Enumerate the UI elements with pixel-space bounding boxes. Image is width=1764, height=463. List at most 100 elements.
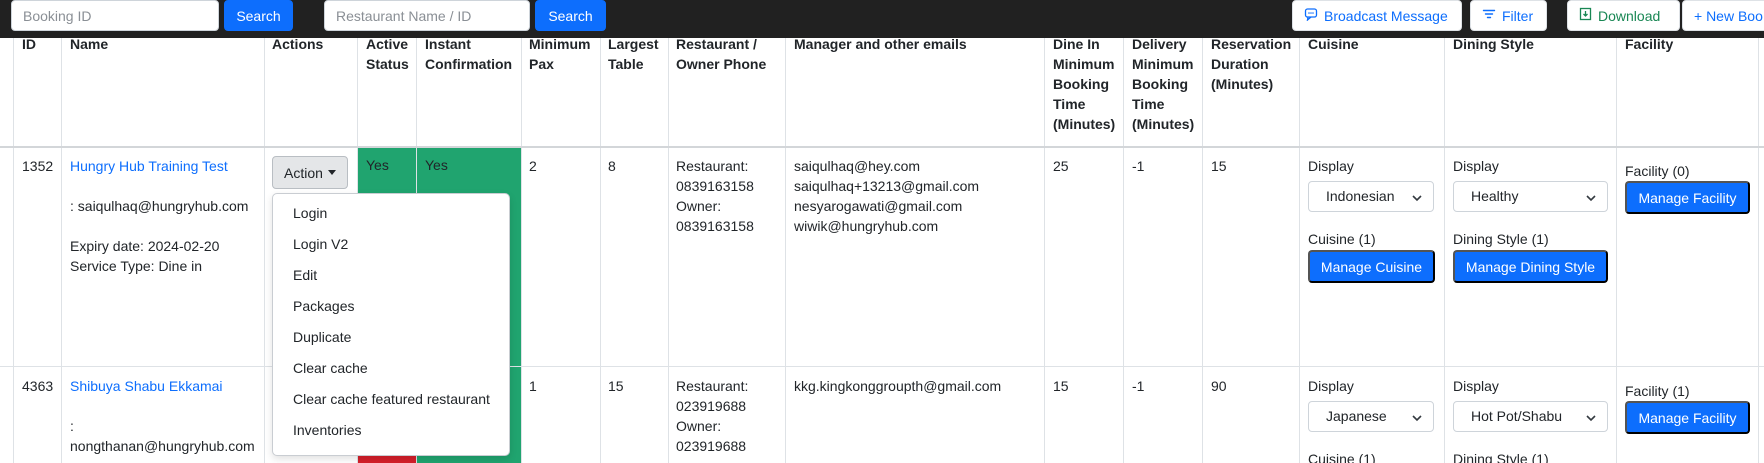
menu-item-clear-cache-featured[interactable]: Clear cache featured restaurant xyxy=(273,384,509,415)
dine-in-value: 15 xyxy=(1053,378,1069,394)
column-divider xyxy=(1616,38,1617,463)
restaurant-table: ID Name Actions Active Status Instant Conf… xyxy=(0,36,1764,463)
column-divider xyxy=(1123,38,1124,463)
restaurant-search-button[interactable]: Search xyxy=(535,0,606,31)
row-id: 4363 xyxy=(22,378,54,394)
header-phone: Restaurant / Owner Phone xyxy=(676,36,767,72)
header-active-status: Active Status xyxy=(366,36,409,72)
caret-down-icon xyxy=(327,170,336,175)
owner-email-prefix: : xyxy=(70,418,74,434)
restaurant-name-link[interactable]: Shibuya Shabu Ekkamai xyxy=(70,376,262,396)
cuisine-select[interactable]: Japanese xyxy=(1308,401,1434,432)
min-pax-value: 2 xyxy=(529,158,537,174)
facility-count: Facility (0) xyxy=(1625,163,1690,179)
reservation-value: 90 xyxy=(1211,378,1227,394)
header-reservation-duration: Reservation Duration (Minutes) xyxy=(1211,36,1292,92)
column-divider xyxy=(600,38,601,463)
column-divider xyxy=(521,38,522,463)
cuisine-select[interactable]: Indonesian xyxy=(1308,181,1434,212)
manage-cuisine-button[interactable]: Manage Cuisine xyxy=(1308,250,1435,283)
filter-button[interactable]: Filter xyxy=(1470,0,1547,31)
column-divider xyxy=(264,38,265,463)
new-booking-label: + New Boo xyxy=(1694,7,1763,24)
download-label: Download xyxy=(1598,7,1661,24)
phone-cell: Restaurant: 0839163158 Owner: 0839163158 xyxy=(676,158,754,234)
header-instant-confirmation: Instant Confirmation xyxy=(425,36,513,72)
expiry-date: Expiry date: 2024-02-20 xyxy=(70,238,220,254)
reservation-value: 15 xyxy=(1211,158,1227,174)
dine-in-value: 25 xyxy=(1053,158,1069,174)
dining-display-label: Display xyxy=(1453,158,1499,174)
column-divider xyxy=(1044,38,1045,463)
active-status-value: Yes xyxy=(366,157,389,173)
emails-cell: kkg.kingkonggroupth@gmail.com xyxy=(794,378,1002,394)
column-divider xyxy=(61,38,62,463)
column-divider xyxy=(668,38,669,463)
phone-cell: Restaurant: 023919688 Owner: 023919688 xyxy=(676,378,749,454)
filter-icon xyxy=(1482,7,1496,24)
cuisine-display-label: Display xyxy=(1308,158,1354,174)
manage-dining-style-button[interactable]: Manage Dining Style xyxy=(1453,250,1608,283)
owner-email: : saiqulhaq@hungryhub.com xyxy=(70,198,249,214)
min-pax-value: 1 xyxy=(529,378,537,394)
download-icon xyxy=(1579,7,1592,24)
manage-facility-button[interactable]: Manage Facility xyxy=(1625,181,1750,214)
largest-table-value: 8 xyxy=(608,158,616,174)
column-divider xyxy=(1758,38,1759,463)
facility-count: Facility (1) xyxy=(1625,383,1690,399)
top-toolbar: Search Search Broadcast Message Filter D… xyxy=(0,0,1764,38)
broadcast-icon xyxy=(1304,7,1318,24)
menu-item-login-v2[interactable]: Login V2 xyxy=(273,229,509,260)
column-divider xyxy=(1299,38,1300,463)
column-divider xyxy=(785,38,786,463)
menu-item-duplicate[interactable]: Duplicate xyxy=(273,322,509,353)
delivery-value: -1 xyxy=(1132,378,1145,394)
column-divider xyxy=(1444,38,1445,463)
manage-facility-button[interactable]: Manage Facility xyxy=(1625,401,1750,434)
action-dropdown-menu: Login Login V2 Edit Packages Duplicate C… xyxy=(272,193,510,456)
chevron-down-icon xyxy=(1586,195,1596,202)
header-divider xyxy=(0,146,1764,148)
menu-item-clear-cache[interactable]: Clear cache xyxy=(273,353,509,384)
chevron-down-icon xyxy=(1412,195,1422,202)
emails-cell: saiqulhaq@hey.com saiqulhaq+13213@gmail.c… xyxy=(794,158,980,234)
dining-style-select[interactable]: Hot Pot/Shabu xyxy=(1453,401,1608,432)
header-minimum-pax: Minimum Pax xyxy=(529,36,591,72)
dining-style-select[interactable]: Healthy xyxy=(1453,181,1608,212)
dining-style-count: Dining Style (1) xyxy=(1453,451,1549,463)
restaurant-search-input[interactable] xyxy=(324,0,530,31)
filter-label: Filter xyxy=(1502,7,1534,24)
restaurant-name-cell: Hungry Hub Training Test : saiqulhaq@hun… xyxy=(70,156,262,276)
menu-item-edit[interactable]: Edit xyxy=(273,260,509,291)
cuisine-count: Cuisine (1) xyxy=(1308,231,1376,247)
row-divider xyxy=(0,366,1764,367)
dining-style-count: Dining Style (1) xyxy=(1453,231,1549,247)
header-largest-table: Largest Table xyxy=(608,36,659,72)
menu-item-packages[interactable]: Packages xyxy=(273,291,509,322)
menu-item-login[interactable]: Login xyxy=(273,198,509,229)
largest-table-value: 15 xyxy=(608,378,624,394)
restaurant-name-cell: Shibuya Shabu Ekkamai : nongthanan@hungr… xyxy=(70,376,262,456)
menu-item-inventories[interactable]: Inventories xyxy=(273,415,509,446)
booking-id-input[interactable] xyxy=(11,0,219,31)
delivery-value: -1 xyxy=(1132,158,1145,174)
column-divider xyxy=(13,38,14,463)
new-booking-button[interactable]: + New Boo xyxy=(1682,0,1764,31)
header-delivery-minimum: Delivery Minimum Booking Time (Minutes) xyxy=(1132,36,1195,132)
download-button[interactable]: Download xyxy=(1567,0,1680,31)
booking-search-button[interactable]: Search xyxy=(224,0,293,31)
service-type: Service Type: Dine in xyxy=(70,258,203,274)
broadcast-message-button[interactable]: Broadcast Message xyxy=(1292,0,1462,31)
chevron-down-icon xyxy=(1586,415,1596,422)
cuisine-count: Cuisine (1) xyxy=(1308,451,1376,463)
header-dine-in-minimum: Dine In Minimum Booking Time (Minutes) xyxy=(1053,36,1116,132)
owner-email: nongthanan@hungryhub.com xyxy=(70,438,255,454)
restaurant-name-link[interactable]: Hungry Hub Training Test xyxy=(70,156,262,176)
dining-display-label: Display xyxy=(1453,378,1499,394)
row-id: 1352 xyxy=(22,158,54,174)
action-dropdown-button[interactable]: Action xyxy=(272,156,348,189)
chevron-down-icon xyxy=(1412,415,1422,422)
action-label: Action xyxy=(284,164,323,181)
broadcast-message-label: Broadcast Message xyxy=(1324,7,1448,24)
instant-confirmation-value: Yes xyxy=(425,157,448,173)
